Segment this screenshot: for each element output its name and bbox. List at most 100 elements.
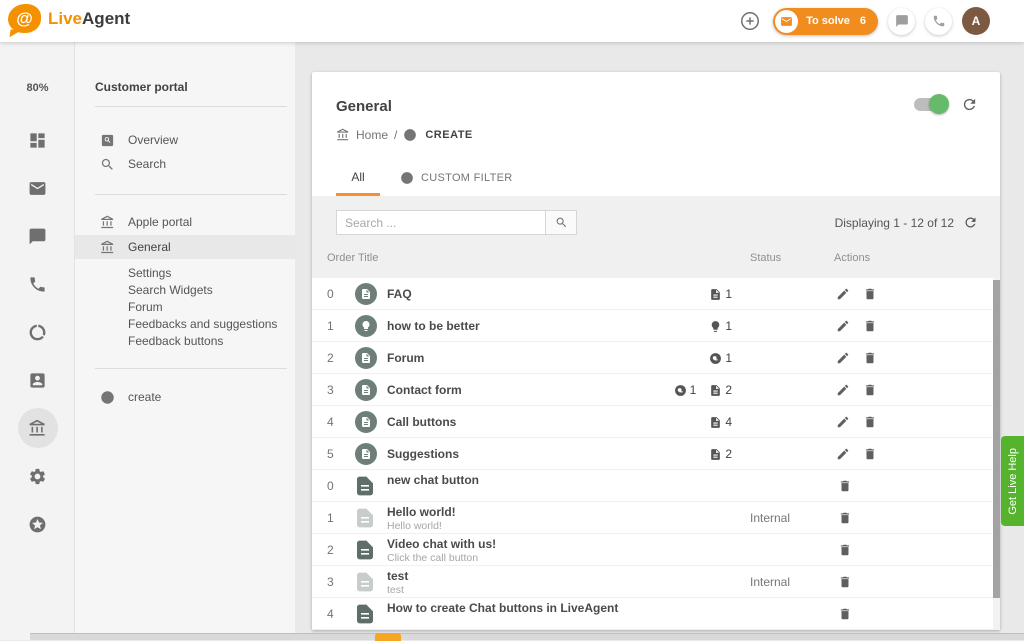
search-submit-button[interactable] [546,210,577,235]
portal-enabled-toggle[interactable] [914,98,947,111]
edit-icon[interactable] [836,287,850,301]
nav-item-apple-portal[interactable]: Apple portal [75,210,295,234]
table-scrollbar[interactable] [993,278,1000,630]
logo-bubble-icon: @ [8,4,41,33]
get-live-help-button[interactable]: Get Live Help [1001,436,1024,526]
search-icon [100,157,115,172]
delete-icon[interactable] [863,351,877,365]
status-label: Internal [750,566,790,598]
table-row[interactable]: 2 Video chat with us! Click the call but… [312,534,993,566]
nav-subitem-settings[interactable]: Settings [128,266,171,280]
row-title: FAQ [387,278,412,310]
rail-item-calls[interactable] [0,264,75,304]
delete-icon[interactable] [838,511,852,525]
calls-button[interactable] [925,8,952,35]
delete-icon[interactable] [863,383,877,397]
row-order: 5 [327,438,334,470]
delete-icon[interactable] [838,479,852,493]
breadcrumb-separator: / [394,128,397,142]
icon-rail: 80% [0,42,75,640]
row-title: Contact form [387,374,462,406]
table-row[interactable]: 3 Contact form 1 2 [312,374,993,406]
nav-subitem-forum[interactable]: Forum [128,300,163,314]
user-avatar[interactable]: A [962,7,990,35]
rail-item-getting-started[interactable] [0,504,75,544]
to-solve-button[interactable]: To solve 6 [773,8,878,35]
table-row[interactable]: 4 How to create Chat buttons in LiveAgen… [312,598,993,630]
row-order: 0 [327,470,334,502]
col-status: Status [750,252,781,264]
rail-item-customer-portal[interactable] [0,408,75,448]
pagination-status: Displaying 1 - 12 of 12 [835,216,954,230]
nav-item-overview[interactable]: Overview [75,128,295,152]
tab-all[interactable]: All [336,160,380,196]
portal-bank-icon [100,215,115,230]
table-body: 0 FAQ 1 1 how to be better 1 2 Forum [312,278,993,630]
plus-circle-icon [739,10,761,32]
table-row[interactable]: 4 Call buttons 4 [312,406,993,438]
table-row[interactable]: 2 Forum 1 [312,342,993,374]
article-icon [709,288,722,301]
row-title: Hello world! [387,506,456,519]
toggle-knob [929,94,949,114]
breadcrumb-create[interactable]: CREATE [425,129,472,141]
delete-icon[interactable] [863,415,877,429]
chats-button[interactable] [888,8,915,35]
scrollbar-thumb[interactable] [993,280,1000,598]
divider [95,368,287,369]
edit-icon[interactable] [836,351,850,365]
nav-item-create[interactable]: create [75,385,295,409]
table-row[interactable]: 0 new chat button [312,470,993,502]
search-input[interactable] [336,210,546,235]
mail-icon [28,179,47,198]
edit-icon[interactable] [836,319,850,333]
refresh-icon[interactable] [961,96,978,113]
delete-icon[interactable] [863,447,877,461]
discussion-icon [709,352,722,365]
table-row[interactable]: 0 FAQ 1 [312,278,993,310]
article-count: 2 [709,447,732,461]
edit-icon[interactable] [836,415,850,429]
row-title: Forum [387,342,424,374]
nav-subitem-search-widgets[interactable]: Search Widgets [128,283,213,297]
plus-circle-icon [403,128,417,142]
content-card: General Home / CREATE All CUSTOM FILTER … [312,72,1000,630]
col-title: Title [358,252,378,264]
tab-custom-filter[interactable]: CUSTOM FILTER [400,160,513,196]
edit-icon[interactable] [836,447,850,461]
nav-item-general[interactable]: General [75,235,295,259]
rail-item-chats[interactable] [0,216,75,256]
nav-subitem-feedback-buttons[interactable]: Feedback buttons [128,334,223,348]
table-row[interactable]: 1 how to be better 1 [312,310,993,342]
lightbulb-icon [709,320,722,333]
rail-item-reports[interactable] [0,312,75,352]
rail-item-customers[interactable] [0,360,75,400]
table-row[interactable]: 1 Hello world! Hello world! Internal [312,502,993,534]
delete-icon[interactable] [838,607,852,621]
nav-subitem-feedbacks[interactable]: Feedbacks and suggestions [128,317,277,331]
delete-icon[interactable] [838,543,852,557]
add-button[interactable] [736,8,763,35]
rail-item-dashboard[interactable] [0,120,75,160]
breadcrumb-home[interactable]: Home [356,128,388,142]
secondary-nav: Customer portal Overview Search Apple po… [75,42,295,640]
nav-item-search[interactable]: Search [75,152,295,176]
rail-item-tickets[interactable] [0,168,75,208]
delete-icon[interactable] [863,319,877,333]
nav-item-label: General [128,240,171,254]
delete-icon[interactable] [863,287,877,301]
article-count: 2 [709,383,732,397]
tab-bar: All CUSTOM FILTER [312,160,1000,196]
plus-circle-icon [100,390,115,405]
table-row[interactable]: 3 test test Internal [312,566,993,598]
article-icon [709,384,722,397]
refresh-icon[interactable] [963,215,978,230]
rail-item-configuration[interactable] [0,456,75,496]
article-avatar-icon [355,411,377,433]
portal-bank-icon [28,419,47,438]
edit-icon[interactable] [836,383,850,397]
liveagent-logo[interactable]: @ LiveAgent [8,4,130,33]
delete-icon[interactable] [838,575,852,589]
phone-icon [28,275,47,294]
contacts-icon [28,371,47,390]
